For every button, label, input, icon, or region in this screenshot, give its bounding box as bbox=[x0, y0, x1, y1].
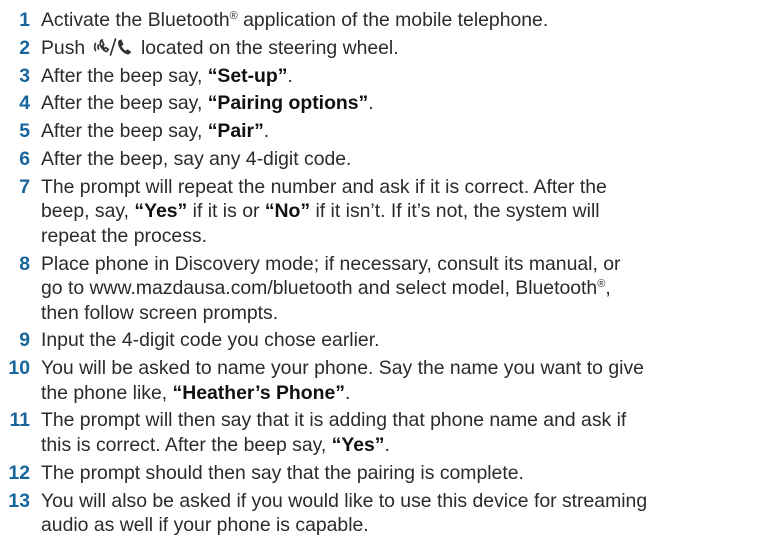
voice-command: “Pairing options” bbox=[207, 92, 369, 115]
voice-command: “Heather’s Phone” bbox=[172, 381, 345, 404]
step-8: 8 Place phone in Discovery mode; if nece… bbox=[0, 252, 767, 326]
step-number: 9 bbox=[19, 329, 30, 352]
step-text-part: . bbox=[384, 433, 390, 456]
step-text: Push located on the steering wheel. bbox=[41, 36, 767, 61]
step-text-part: beep, say, bbox=[41, 200, 135, 223]
registered-mark: ® bbox=[229, 10, 238, 22]
step-text-part: if it isn’t. If it’s not, the system wil… bbox=[310, 200, 600, 223]
step-3: 3 After the beep say, “Set-up”. bbox=[0, 64, 767, 89]
step-text-part: After the beep say, bbox=[41, 92, 208, 115]
step-number: 11 bbox=[9, 409, 31, 432]
step-text-part: The prompt will repeat the number and as… bbox=[41, 175, 607, 198]
step-number: 7 bbox=[19, 175, 30, 198]
step-4: 4 After the beep say, “Pairing options”. bbox=[0, 91, 767, 116]
instruction-list: 1 Activate the Bluetooth® application of… bbox=[0, 0, 767, 538]
step-number: 4 bbox=[19, 92, 30, 115]
step-text: After the beep, say any 4-digit code. bbox=[41, 147, 767, 172]
step-text-part: Push bbox=[41, 36, 91, 59]
step-text: The prompt will then say that it is addi… bbox=[41, 408, 767, 457]
step-text-part: . bbox=[368, 92, 374, 115]
step-1: 1 Activate the Bluetooth® application of… bbox=[0, 8, 767, 33]
step-text-part: if it is or bbox=[187, 200, 265, 223]
step-text-part: this is correct. After the beep say, bbox=[41, 433, 332, 456]
voice-command: “No” bbox=[264, 200, 311, 223]
step-number: 13 bbox=[8, 489, 30, 512]
step-text-part: You will also be asked if you would like… bbox=[41, 489, 648, 512]
voice-command: “Set-up” bbox=[207, 64, 288, 87]
step-12: 12 The prompt should then say that the p… bbox=[0, 461, 767, 486]
step-7: 7 The prompt will repeat the number and … bbox=[0, 175, 767, 249]
step-text: The prompt should then say that the pair… bbox=[41, 461, 767, 486]
step-text-part: The prompt should then say that the pair… bbox=[41, 461, 524, 484]
voice-command: “Pair” bbox=[207, 120, 264, 143]
step-text-part: Input the 4-digit code you chose earlier… bbox=[41, 329, 380, 352]
step-number: 2 bbox=[19, 36, 30, 59]
voice-command: “Yes” bbox=[134, 200, 188, 223]
step-11: 11 The prompt will then say that it is a… bbox=[0, 408, 767, 457]
step-text-part: Place phone in Discovery mode; if necess… bbox=[41, 252, 621, 275]
step-text: You will be asked to name your phone. Sa… bbox=[41, 356, 767, 405]
step-text: After the beep say, “Set-up”. bbox=[41, 64, 767, 89]
voice-command: “Yes” bbox=[331, 433, 385, 456]
step-text-part: After the beep say, bbox=[41, 120, 208, 143]
step-text-part: then follow screen prompts. bbox=[41, 301, 279, 324]
step-text: Place phone in Discovery mode; if necess… bbox=[41, 252, 767, 326]
step-text-part: the phone like, bbox=[41, 381, 173, 404]
step-number: 6 bbox=[19, 147, 30, 170]
step-number: 5 bbox=[19, 120, 30, 143]
step-number: 8 bbox=[19, 252, 30, 275]
step-13: 13 You will also be asked if you would l… bbox=[0, 489, 767, 538]
step-9: 9 Input the 4-digit code you chose earli… bbox=[0, 328, 767, 353]
step-text-part: . bbox=[263, 120, 270, 143]
step-number: 10 bbox=[8, 357, 30, 380]
step-text: After the beep say, “Pairing options”. bbox=[41, 91, 767, 116]
step-text-part: repeat the process. bbox=[41, 224, 207, 247]
step-text-part: You will be asked to name your phone. Sa… bbox=[41, 357, 644, 380]
step-text: Input the 4-digit code you chose earlier… bbox=[41, 328, 767, 353]
step-text: Activate the Bluetooth® application of t… bbox=[41, 8, 767, 33]
step-text-part: After the beep say, bbox=[41, 64, 208, 87]
step-text-part: located on the steering wheel. bbox=[135, 36, 399, 59]
step-5: 5 After the beep say, “Pair”. bbox=[0, 119, 767, 144]
step-6: 6 After the beep, say any 4-digit code. bbox=[0, 147, 767, 172]
step-text: The prompt will repeat the number and as… bbox=[41, 175, 767, 249]
step-text-part: , bbox=[605, 277, 611, 300]
talk-button-icon bbox=[93, 37, 131, 56]
step-text-part: audio as well if your phone is capable. bbox=[41, 514, 369, 537]
step-text-part: The prompt will then say that it is addi… bbox=[41, 409, 627, 432]
step-number: 12 bbox=[8, 461, 30, 484]
step-10: 10 You will be asked to name your phone.… bbox=[0, 356, 767, 405]
step-text-part: go to www.mazdausa.com/bluetooth and sel… bbox=[41, 277, 598, 300]
step-2: 2 Push located on the steering wheel. bbox=[0, 36, 767, 61]
step-text-part: . bbox=[344, 381, 351, 404]
step-text: After the beep say, “Pair”. bbox=[41, 119, 767, 144]
step-number: 3 bbox=[19, 64, 30, 87]
step-text-part: Activate the Bluetooth bbox=[41, 9, 230, 31]
step-text-part: application of the mobile telephone. bbox=[237, 9, 549, 31]
step-text-part: After the beep, say any 4-digit code. bbox=[41, 147, 352, 170]
step-number: 1 bbox=[19, 9, 30, 31]
step-text-part: . bbox=[287, 64, 293, 87]
step-text: You will also be asked if you would like… bbox=[41, 489, 767, 538]
